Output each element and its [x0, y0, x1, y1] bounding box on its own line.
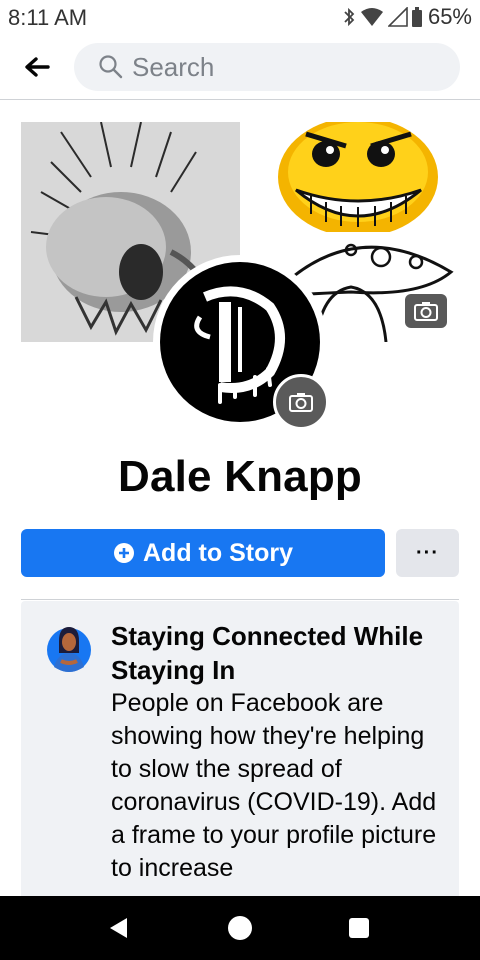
profile-name: Dale Knapp [117, 452, 363, 501]
search-icon [99, 55, 123, 79]
status-time: 8:11 AM [8, 5, 88, 30]
bluetooth-icon [344, 7, 355, 27]
nav-back-button[interactable] [102, 912, 134, 944]
person-illustration-icon [47, 627, 91, 672]
back-triangle-icon [110, 918, 127, 938]
wifi-icon [360, 8, 383, 26]
home-circle-icon [228, 916, 252, 940]
card-body: People on Facebook are showing how they'… [111, 689, 437, 882]
covid-frame-card[interactable]: Staying Connected While Staying In Peopl… [21, 601, 459, 901]
cover-camera-button[interactable] [405, 294, 447, 328]
status-icons: 65% [342, 4, 472, 30]
camera-icon [289, 393, 313, 412]
search-input[interactable] [132, 51, 432, 83]
add-to-story-label: Add to Story [143, 538, 293, 567]
recents-square-icon [349, 918, 369, 938]
navigation-bar [0, 896, 480, 960]
status-bar: 8:11 AM 65% [0, 0, 480, 34]
more-options-button[interactable]: ··· [396, 529, 459, 577]
plus-circle-icon [114, 543, 134, 563]
battery-percent: 65% [427, 4, 472, 29]
card-title: Staying Connected While Staying In [111, 621, 424, 685]
signal-icon [387, 7, 408, 27]
section-divider [21, 599, 459, 600]
nav-home-button[interactable] [224, 912, 256, 944]
back-button[interactable] [20, 52, 54, 82]
top-bar [0, 34, 480, 100]
more-options-label: ··· [416, 541, 439, 564]
nav-recents-button[interactable] [343, 912, 375, 944]
add-to-story-button[interactable]: Add to Story [21, 529, 385, 577]
battery-icon [411, 7, 422, 27]
camera-icon [414, 302, 438, 321]
profile-camera-button[interactable] [273, 374, 329, 430]
back-arrow-icon [25, 57, 50, 77]
search-box[interactable] [74, 43, 460, 91]
